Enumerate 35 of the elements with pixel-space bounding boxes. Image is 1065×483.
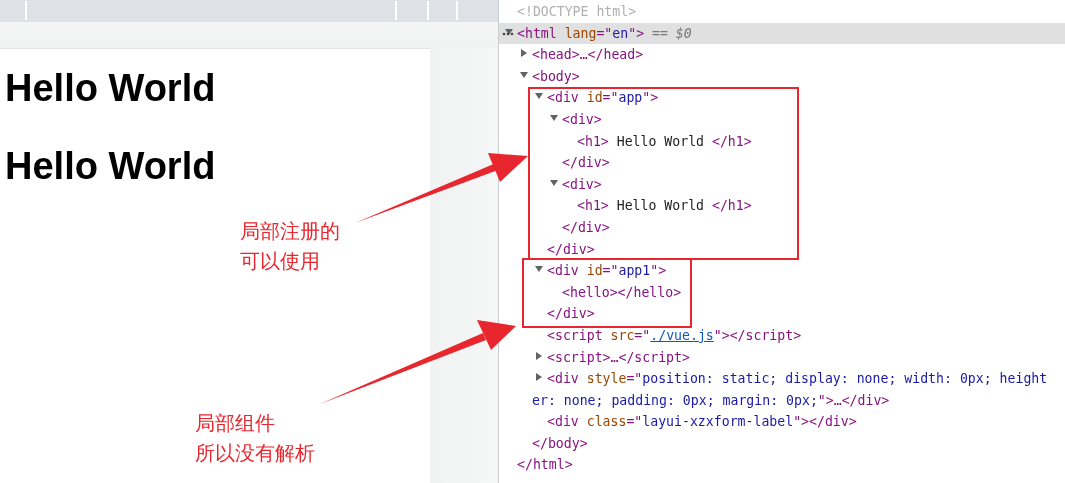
collapse-triangle-icon[interactable] (535, 92, 543, 101)
collapse-triangle-icon[interactable] (550, 113, 558, 122)
dom-node-line[interactable]: <head>…</head> (532, 47, 644, 63)
dom-node-line[interactable]: </div> (562, 155, 610, 171)
dom-node-line[interactable]: <div id="app1"> (547, 263, 667, 279)
dom-node-line[interactable]: <h1> Hello World </h1> (577, 133, 752, 149)
collapse-triangle-icon[interactable] (550, 178, 558, 187)
dom-node-line[interactable]: </div> (547, 241, 595, 257)
expand-triangle-icon[interactable] (535, 373, 543, 382)
annotation-text: 局部注册的 (240, 218, 340, 245)
dom-node-line[interactable]: er: none; padding: 0px; margin: 0px;">…</div> (532, 392, 890, 408)
annotation-text: 所以没有解析 (195, 440, 315, 467)
expand-triangle-icon[interactable] (520, 49, 528, 58)
dom-node-line[interactable]: </html> (517, 457, 573, 473)
dom-node-line[interactable]: <div> (562, 111, 602, 127)
dom-node-line[interactable]: </div> (547, 306, 595, 322)
annotation-text: 局部组件 (195, 410, 275, 437)
page-heading: Hello World (5, 144, 216, 189)
page-heading: Hello World (5, 66, 216, 111)
annotation-text: 可以使用 (240, 248, 320, 275)
dom-node-line[interactable]: <div class="layui-xzxform-label"></div> (547, 414, 857, 430)
dom-node-line[interactable]: <div> (562, 176, 602, 192)
collapse-triangle-icon[interactable] (520, 70, 528, 79)
dom-node-line[interactable]: <div id="app"> (547, 90, 659, 106)
collapse-triangle-icon[interactable] (505, 27, 513, 36)
dom-node-line[interactable]: <script>…</script> (547, 349, 690, 365)
dom-node-line[interactable]: <hello></hello> (562, 284, 682, 300)
collapse-triangle-icon[interactable] (535, 265, 543, 274)
dom-node-line[interactable]: </body> (532, 435, 588, 451)
dom-node-line[interactable]: <script src="./vue.js"></script> (547, 327, 802, 343)
dom-node-line[interactable]: <body> (532, 68, 580, 84)
dom-node-line[interactable]: <h1> Hello World </h1> (577, 198, 752, 214)
dom-node-line[interactable]: </div> (562, 219, 610, 235)
expand-triangle-icon[interactable] (535, 351, 543, 360)
dom-node-line[interactable]: <div style="position: static; display: none; width: 0px; height (547, 371, 1048, 387)
